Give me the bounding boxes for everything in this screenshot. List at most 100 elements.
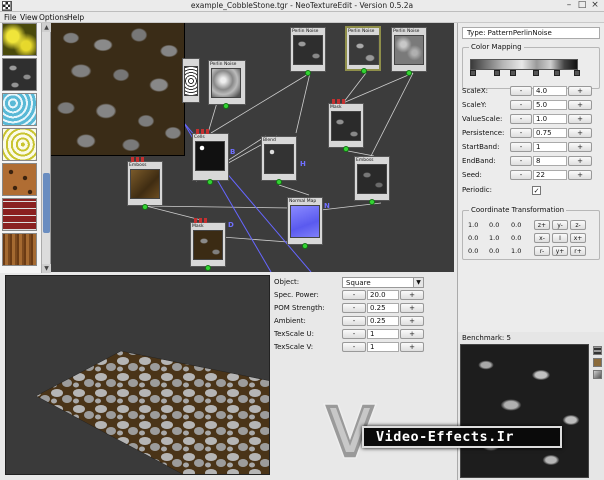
gradient-stop-icon[interactable] <box>574 70 580 76</box>
move-y-plus-button[interactable]: y+ <box>552 246 568 256</box>
param-value-field[interactable]: 1.0 <box>533 114 567 124</box>
increment-button[interactable]: + <box>400 303 424 313</box>
decrement-button[interactable]: - <box>510 170 532 180</box>
library-scrollbar[interactable]: ▲ ▼ <box>42 23 51 273</box>
rotate-minus-button[interactable]: r- <box>534 246 550 256</box>
decrement-button[interactable]: - <box>342 329 366 339</box>
input-ports[interactable] <box>196 129 209 134</box>
param-value-field[interactable]: 8 <box>533 156 567 166</box>
param-value-field[interactable]: 4.0 <box>533 86 567 96</box>
increment-button[interactable]: + <box>400 316 424 326</box>
zoom-z-minus-button[interactable]: z- <box>570 220 586 230</box>
node-perlin-noise-1[interactable]: Perlin Noise <box>208 60 246 109</box>
increment-button[interactable]: + <box>568 100 592 110</box>
increment-button[interactable]: + <box>568 170 592 180</box>
periodic-checkbox[interactable]: ✓ <box>532 186 541 195</box>
node-emboss-2[interactable]: Emboss <box>354 156 390 205</box>
node-mask-2[interactable]: Mask <box>190 218 226 271</box>
mat-param-value-field[interactable]: 0.25 <box>367 316 399 326</box>
color-gradient-editor[interactable] <box>470 59 578 70</box>
decrement-button[interactable]: - <box>510 128 532 138</box>
gradient-stop-icon[interactable] <box>554 70 560 76</box>
gradient-stop-icon[interactable] <box>510 70 516 76</box>
output-port-icon[interactable] <box>142 204 148 210</box>
mat-param-value-field[interactable]: 20.0 <box>367 290 399 300</box>
param-value-field[interactable]: 1 <box>533 142 567 152</box>
library-item-leather[interactable] <box>2 163 37 196</box>
library-item-yellow-noise[interactable] <box>2 23 37 56</box>
move-y-minus-button[interactable]: y- <box>552 220 568 230</box>
increment-button[interactable]: + <box>568 156 592 166</box>
3d-preview-viewport[interactable] <box>5 275 270 475</box>
increment-button[interactable]: + <box>400 290 424 300</box>
decrement-button[interactable]: - <box>510 156 532 166</box>
input-ports[interactable] <box>131 157 144 162</box>
increment-button[interactable]: + <box>568 128 592 138</box>
param-value-field[interactable]: 22 <box>533 170 567 180</box>
tile-view-icon[interactable] <box>593 346 602 355</box>
output-port-icon[interactable] <box>207 179 213 185</box>
mat-param-value-field[interactable]: 1 <box>367 342 399 352</box>
output-port-icon[interactable] <box>343 146 349 152</box>
mat-param-value-field[interactable]: 1 <box>367 329 399 339</box>
library-item-yellow-cells[interactable] <box>2 128 37 161</box>
mat-param-value-field[interactable]: 0.25 <box>367 303 399 313</box>
move-x-plus-button[interactable]: x+ <box>570 233 586 243</box>
alpha-view-icon[interactable] <box>593 370 602 379</box>
output-port-icon[interactable] <box>205 265 211 271</box>
decrement-button[interactable]: - <box>342 316 366 326</box>
increment-button[interactable]: + <box>568 86 592 96</box>
menu-options[interactable]: Options <box>39 13 68 22</box>
scroll-thumb[interactable] <box>43 173 50 233</box>
output-port-icon[interactable] <box>361 68 367 74</box>
gradient-stop-icon[interactable] <box>470 70 476 76</box>
output-port-icon[interactable] <box>305 70 311 76</box>
increment-button[interactable]: + <box>568 142 592 152</box>
menu-file[interactable]: File <box>4 13 17 22</box>
color-view-icon[interactable] <box>593 358 602 367</box>
node-blend[interactable]: Blend <box>261 136 297 185</box>
input-ports[interactable] <box>194 218 207 223</box>
menu-view[interactable]: View <box>20 13 38 22</box>
decrement-button[interactable]: - <box>510 142 532 152</box>
decrement-button[interactable]: - <box>510 100 532 110</box>
rotate-z-plus-button[interactable]: z+ <box>534 220 550 230</box>
node-perlin-noise-4[interactable]: Perlin Noise <box>391 27 427 76</box>
node-perlin-noise-2[interactable]: Perlin Noise <box>290 27 326 76</box>
library-item-cyan-cells[interactable] <box>2 93 37 126</box>
node-perlin-noise-3[interactable]: Perlin Noise <box>345 26 381 74</box>
node-mask-1[interactable]: Mask <box>328 99 364 152</box>
close-button[interactable]: × <box>589 0 601 12</box>
node-cells[interactable]: Cells <box>192 129 229 185</box>
identity-button[interactable]: I <box>552 233 568 243</box>
decrement-button[interactable]: - <box>510 86 532 96</box>
scroll-up-icon[interactable]: ▲ <box>42 23 51 32</box>
gradient-stop-icon[interactable] <box>533 70 539 76</box>
decrement-button[interactable]: - <box>510 114 532 124</box>
input-ports[interactable] <box>332 99 345 104</box>
param-value-field[interactable]: 5.0 <box>533 100 567 110</box>
increment-button[interactable]: + <box>568 114 592 124</box>
increment-button[interactable]: + <box>400 329 424 339</box>
increment-button[interactable]: + <box>400 342 424 352</box>
decrement-button[interactable]: - <box>342 290 366 300</box>
minimize-button[interactable]: – <box>563 0 575 12</box>
move-x-minus-button[interactable]: x- <box>534 233 550 243</box>
node-emboss-1[interactable]: Emboss <box>127 157 163 210</box>
output-port-icon[interactable] <box>223 103 229 109</box>
library-item-stone[interactable] <box>2 58 37 91</box>
output-port-icon[interactable] <box>276 179 282 185</box>
param-value-field[interactable]: 0.75 <box>533 128 567 138</box>
node-graph-canvas[interactable]: Perlin Noise Perlin Noise Perlin Noise P… <box>51 23 454 272</box>
gradient-stop-icon[interactable] <box>494 70 500 76</box>
menu-help[interactable]: Help <box>67 13 84 22</box>
object-select[interactable]: Square ▼ <box>342 277 424 288</box>
output-port-icon[interactable] <box>302 243 308 249</box>
node-normal-map[interactable]: Normal Map <box>287 197 323 249</box>
library-item-bricks[interactable] <box>2 198 37 231</box>
library-item-wood[interactable] <box>2 233 37 266</box>
output-port-icon[interactable] <box>406 70 412 76</box>
scroll-down-icon[interactable]: ▼ <box>42 264 51 273</box>
rotate-plus-button[interactable]: r+ <box>570 246 586 256</box>
output-port-icon[interactable] <box>369 199 375 205</box>
